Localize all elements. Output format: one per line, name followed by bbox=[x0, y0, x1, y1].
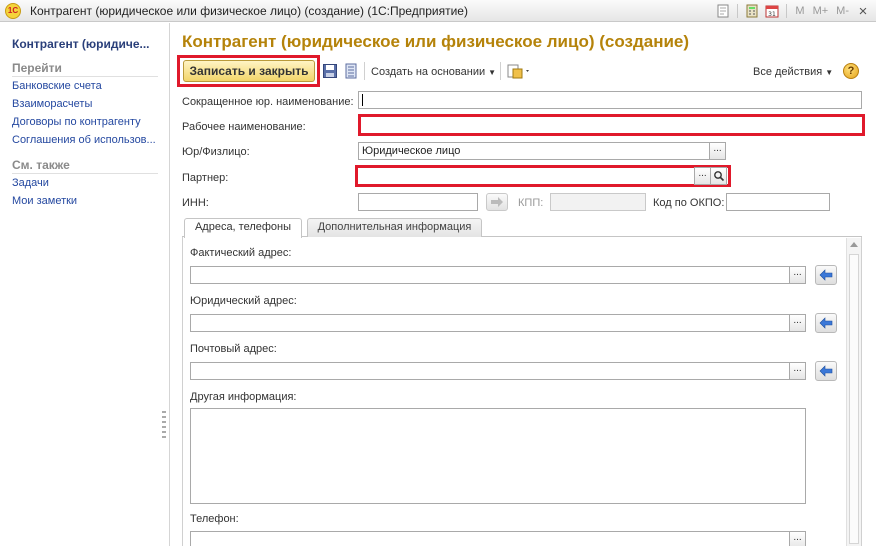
postal-address-copy-button[interactable] bbox=[815, 361, 837, 381]
legal-address-input[interactable] bbox=[190, 314, 790, 332]
arrow-left-icon bbox=[819, 365, 833, 377]
navigation-panel: Контрагент (юридиче... Перейти Банковски… bbox=[0, 23, 170, 546]
other-info-label: Другая информация: bbox=[190, 391, 297, 403]
list-icon[interactable] bbox=[343, 63, 359, 79]
calculator-icon[interactable] bbox=[743, 2, 761, 20]
scroll-up-icon[interactable] bbox=[850, 242, 858, 247]
nav-link-settlements[interactable]: Взаиморасчеты bbox=[12, 98, 92, 110]
memory-minus-button[interactable]: M- bbox=[833, 5, 852, 17]
partner-label: Партнер: bbox=[182, 172, 229, 184]
phone-label: Телефон: bbox=[190, 513, 239, 525]
partner-select-button[interactable]: ... bbox=[694, 167, 711, 185]
nav-link-notes[interactable]: Мои заметки bbox=[12, 195, 77, 207]
postal-address-select-button[interactable]: ... bbox=[789, 362, 806, 380]
okpo-input[interactable] bbox=[726, 193, 830, 211]
search-icon[interactable] bbox=[710, 167, 727, 185]
toolbar-separator bbox=[364, 62, 365, 80]
all-actions-label: Все действия bbox=[753, 66, 823, 78]
calendar-icon[interactable]: 31 bbox=[763, 2, 781, 20]
postal-address-input[interactable] bbox=[190, 362, 790, 380]
close-icon[interactable]: × bbox=[854, 3, 872, 20]
toolbar-separator bbox=[500, 62, 501, 80]
attach-file-icon[interactable] bbox=[506, 63, 532, 79]
scrollbar-thumb[interactable] bbox=[849, 254, 859, 544]
actual-address-label: Фактический адрес: bbox=[190, 247, 292, 259]
tab-addresses-phones[interactable]: Адреса, телефоны bbox=[184, 218, 302, 238]
okpo-label: Код по ОКПО: bbox=[653, 197, 725, 209]
vertical-scrollbar[interactable] bbox=[846, 238, 861, 546]
entity-type-input[interactable]: Юридическое лицо bbox=[358, 142, 710, 160]
arrow-right-icon bbox=[491, 197, 503, 207]
form-title: Контрагент (юридическое или физическое л… bbox=[182, 32, 690, 51]
short-name-label: Сокращенное юр. наименование: bbox=[182, 96, 354, 108]
app-logo-icon: 1С bbox=[5, 3, 21, 19]
legal-address-select-button[interactable]: ... bbox=[789, 314, 806, 332]
nav-section-goto: Перейти bbox=[12, 61, 158, 77]
save-icon[interactable] bbox=[322, 63, 338, 79]
postal-address-label: Почтовый адрес: bbox=[190, 343, 277, 355]
kpp-input bbox=[550, 193, 646, 211]
phone-input[interactable] bbox=[190, 531, 790, 546]
nav-link-bank-accounts[interactable]: Банковские счета bbox=[12, 80, 102, 92]
work-name-label: Рабочее наименование: bbox=[182, 121, 306, 133]
window-title: Контрагент (юридическое или физическое л… bbox=[30, 4, 468, 18]
create-based-on-menu[interactable]: Создать на основании ▼ bbox=[371, 66, 496, 78]
nav-link-agreements[interactable]: Соглашения об использов... bbox=[12, 134, 156, 146]
entity-type-label: Юр/Физлицо: bbox=[182, 146, 250, 158]
titlebar-separator bbox=[786, 4, 788, 18]
titlebar-separator bbox=[737, 4, 739, 18]
work-name-input[interactable] bbox=[358, 114, 865, 136]
chevron-down-icon: ▼ bbox=[488, 68, 497, 77]
save-and-close-button[interactable]: Записать и закрыть bbox=[183, 60, 315, 82]
short-name-input[interactable] bbox=[358, 91, 862, 109]
partner-input[interactable] bbox=[355, 165, 731, 187]
memory-plus-button[interactable]: M+ bbox=[810, 5, 832, 17]
arrow-left-icon bbox=[819, 317, 833, 329]
entity-type-select-button[interactable]: ... bbox=[709, 142, 726, 160]
chevron-down-icon: ▼ bbox=[825, 68, 834, 77]
phone-select-button[interactable]: ... bbox=[789, 531, 806, 546]
legal-address-label: Юридический адрес: bbox=[190, 295, 297, 307]
legal-address-copy-button[interactable] bbox=[815, 313, 837, 333]
actual-address-select-button[interactable]: ... bbox=[789, 266, 806, 284]
nav-link-tasks[interactable]: Задачи bbox=[12, 177, 49, 189]
actual-address-input[interactable] bbox=[190, 266, 790, 284]
fill-by-inn-button[interactable] bbox=[486, 193, 508, 211]
nav-link-contracts[interactable]: Договоры по контрагенту bbox=[12, 116, 141, 128]
actual-address-copy-button[interactable] bbox=[815, 265, 837, 285]
titlebar-tools: 31 M M+ M- × bbox=[714, 2, 872, 20]
create-based-on-label: Создать на основании bbox=[371, 66, 486, 78]
inn-input[interactable] bbox=[358, 193, 478, 211]
all-actions-menu[interactable]: Все действия ▼ bbox=[753, 66, 833, 78]
memory-m-button[interactable]: M bbox=[792, 5, 807, 17]
nav-section-see-also: См. также bbox=[12, 158, 158, 174]
window-titlebar: 1С Контрагент (юридическое или физическо… bbox=[0, 0, 876, 22]
arrow-left-icon bbox=[819, 269, 833, 281]
help-icon[interactable]: ? bbox=[843, 63, 859, 79]
nav-panel-title[interactable]: Контрагент (юридиче... bbox=[12, 37, 150, 51]
svg-text:31: 31 bbox=[769, 11, 777, 18]
tab-additional-info[interactable]: Дополнительная информация bbox=[307, 218, 482, 237]
panel-splitter-handle[interactable] bbox=[162, 411, 166, 439]
document-icon[interactable] bbox=[714, 2, 732, 20]
other-info-textarea[interactable] bbox=[190, 408, 806, 504]
inn-label: ИНН: bbox=[182, 197, 209, 209]
kpp-label: КПП: bbox=[518, 197, 544, 209]
